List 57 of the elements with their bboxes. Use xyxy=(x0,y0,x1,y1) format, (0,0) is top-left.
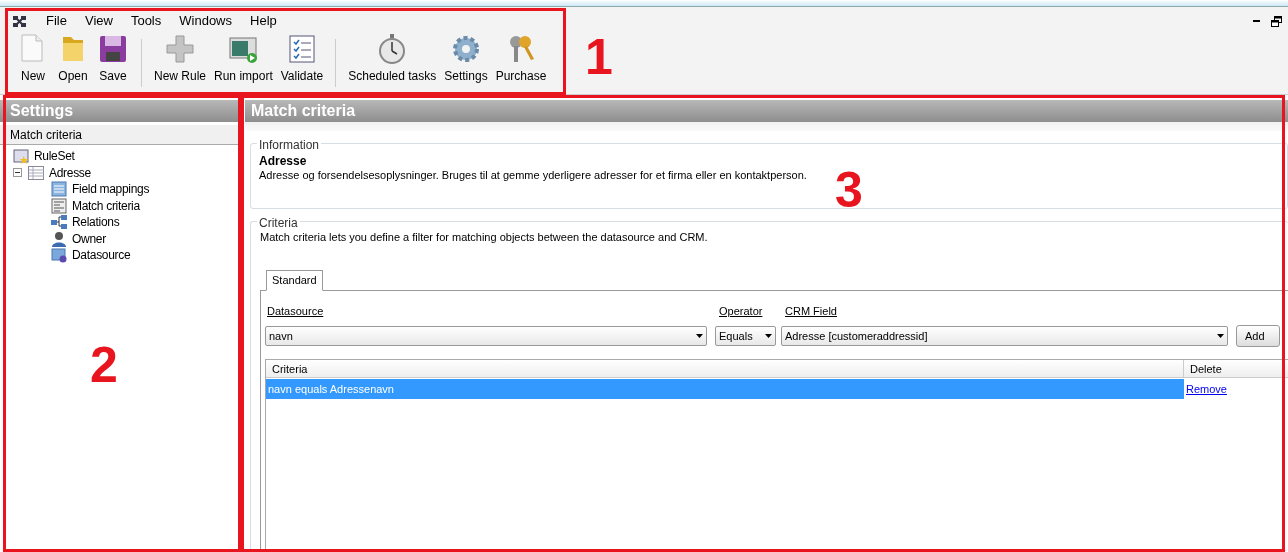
toolbar-button[interactable]: Purchase xyxy=(492,33,550,91)
panel-subtitle: Match criteria xyxy=(0,125,239,145)
toolbar-button[interactable]: Scheduled tasks xyxy=(345,33,440,91)
remove-link[interactable]: Remove xyxy=(1186,382,1227,395)
field-label: Datasource xyxy=(267,303,325,319)
person-icon xyxy=(51,230,67,247)
add-button[interactable]: Add xyxy=(1236,325,1280,347)
tree-item[interactable]: RuleSet xyxy=(34,147,75,166)
criteria-text: Match criteria lets you define a filter for matching objects between the datasource and CRM. xyxy=(260,230,709,244)
form-icon xyxy=(51,197,67,214)
app-logo-icon xyxy=(12,14,27,28)
table-icon xyxy=(28,164,44,181)
toolbar-button[interactable]: Settings xyxy=(441,33,491,91)
toolbar-button[interactable]: Open xyxy=(54,33,92,91)
tree-item[interactable]: Relations xyxy=(72,213,120,232)
toolbar-button[interactable]: New xyxy=(14,33,52,91)
tab[interactable]: Standard xyxy=(266,270,323,291)
annotation-number: 3 xyxy=(835,165,863,215)
operator-dropdown[interactable]: Equals xyxy=(715,326,776,346)
list-icon xyxy=(51,181,67,198)
tree-item[interactable]: Datasource xyxy=(72,246,131,265)
caret-icon xyxy=(765,334,772,338)
column-header: Criteria xyxy=(266,360,1184,377)
toolbar-button[interactable]: Validate xyxy=(277,33,327,91)
minimize-icon[interactable] xyxy=(1253,19,1261,23)
tree-item[interactable]: Match criteria xyxy=(72,196,140,215)
ruleset-icon xyxy=(13,148,29,165)
crm-field-dropdown[interactable]: Adresse [customeraddressid] xyxy=(781,326,1228,346)
toolbar-button[interactable]: Save xyxy=(94,33,132,91)
toolbar-button[interactable]: New Rule xyxy=(151,33,210,91)
menu-item[interactable]: Windows xyxy=(170,11,241,31)
plus-icon xyxy=(164,33,196,65)
relations-icon xyxy=(51,214,67,231)
column-header: Delete xyxy=(1189,362,1223,377)
info-text: Adresse og forsendelsesoplysninger. Bruges til at gemme yderligere adresser for et firma eller en kontaktperson. xyxy=(259,168,808,182)
database-icon xyxy=(51,247,67,264)
menu-item[interactable]: Tools xyxy=(121,11,171,31)
panel-title: Match criteria xyxy=(245,100,1288,122)
field-label: Operator xyxy=(719,303,764,319)
annotation-number: 2 xyxy=(90,340,118,390)
table-cell: navn equals Adressenavn xyxy=(266,379,1184,399)
restore-icon[interactable] xyxy=(1271,15,1282,27)
tree-item[interactable]: Adresse xyxy=(49,163,91,182)
info-heading: Adresse xyxy=(259,154,308,168)
menu-item[interactable]: File xyxy=(37,11,76,31)
collapse-icon[interactable] xyxy=(13,168,22,178)
datasource-dropdown[interactable]: navn xyxy=(265,326,707,346)
toolbar-button[interactable]: Run import xyxy=(211,33,276,91)
panel-title: Settings xyxy=(0,100,239,122)
caret-icon xyxy=(1217,334,1224,338)
field-label: CRM Field xyxy=(785,303,837,319)
tree-item[interactable]: Owner xyxy=(72,229,106,248)
caret-icon xyxy=(696,334,703,338)
tree-item[interactable]: Field mappings xyxy=(72,180,150,199)
menu-item[interactable]: Help xyxy=(241,11,286,31)
menu-item[interactable]: View xyxy=(75,11,122,31)
annotation-number: 1 xyxy=(585,32,613,82)
